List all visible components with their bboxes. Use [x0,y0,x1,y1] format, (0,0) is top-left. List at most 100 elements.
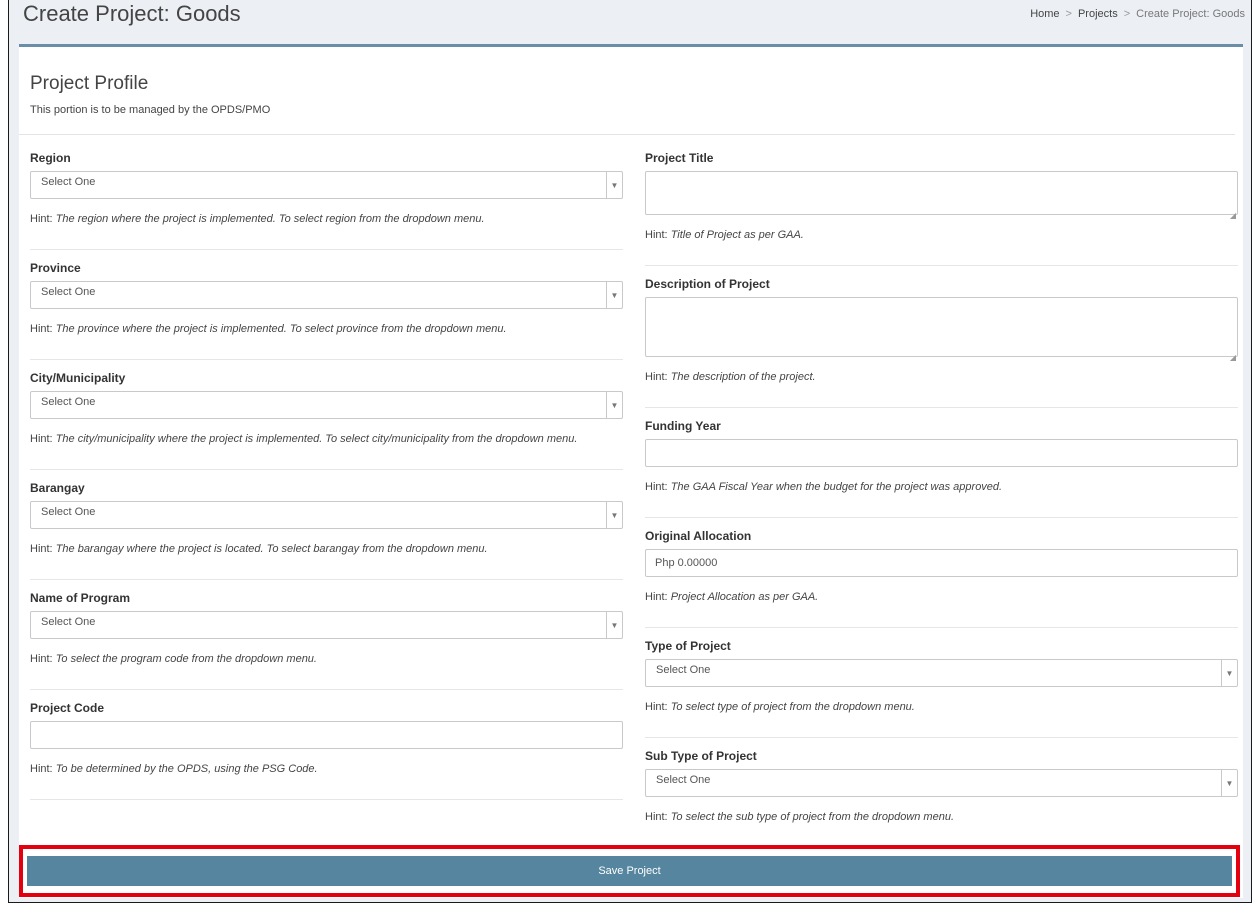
hint-text: The province where the project is implem… [55,323,507,335]
hint-text: Project Allocation as per GAA. [670,591,819,603]
project-code-hint: Hint: To be determined by the OPDS, usin… [30,763,623,775]
allocation-label: Original Allocation [645,529,752,543]
description-textarea[interactable] [645,297,1238,357]
project-profile-box: Project Profile This portion is to be ma… [19,44,1243,898]
region-label: Region [30,151,71,165]
page-title: Create Project: Goods [23,1,241,26]
city-select-value: Select One [41,396,96,408]
program-label: Name of Program [30,591,131,605]
barangay-field: Barangay Select One ▼ Hint: The barangay… [30,470,623,580]
barangay-select-value: Select One [41,506,96,518]
chevron-down-icon: ▼ [1225,778,1234,788]
region-field: Region Select One ▼ Hint: The region whe… [30,140,623,250]
section-title: Project Profile [30,73,149,94]
dropdown-arrow[interactable]: ▼ [606,392,622,418]
dropdown-arrow[interactable]: ▼ [606,172,622,198]
hint-text: The city/municipality where the project … [55,433,578,445]
project-code-field: Project Code Hint: To be determined by t… [30,690,623,800]
page-header: Create Project: Goods Home > Projects > … [9,0,1251,42]
hint-prefix: Hint: [645,481,668,493]
hint-text: The description of the project. [670,371,816,383]
hint-text: The barangay where the project is locate… [55,543,488,555]
description-field: Description of Project ◢ Hint: The descr… [645,266,1238,408]
program-hint: Hint: To select the program code from th… [30,653,623,665]
hint-prefix: Hint: [30,653,53,665]
dropdown-arrow[interactable]: ▼ [1221,770,1237,796]
hint-prefix: Hint: [30,433,53,445]
hint-prefix: Hint: [30,763,53,775]
hint-text: To select the program code from the drop… [55,653,317,665]
description-hint: Hint: The description of the project. [645,371,1238,383]
project-title-field: Project Title ◢ Hint: Title of Project a… [645,140,1238,266]
project-title-textarea[interactable] [645,171,1238,215]
dropdown-arrow[interactable]: ▼ [606,612,622,638]
program-field: Name of Program Select One ▼ Hint: To se… [30,580,623,690]
hint-prefix: Hint: [645,811,668,823]
breadcrumb-current: Create Project: Goods [1136,8,1245,20]
barangay-select[interactable]: Select One ▼ [30,501,623,529]
breadcrumb-separator: > [1123,8,1131,20]
type-field: Type of Project Select One ▼ Hint: To se… [645,628,1238,738]
type-select[interactable]: Select One ▼ [645,659,1238,687]
right-column: Project Title ◢ Hint: Title of Project a… [645,140,1238,843]
chevron-down-icon: ▼ [610,400,619,410]
city-hint: Hint: The city/municipality where the pr… [30,433,623,445]
allocation-field: Original Allocation Php 0.00000 Hint: Pr… [645,518,1238,628]
funding-year-label: Funding Year [645,419,721,433]
funding-year-field: Funding Year Hint: The GAA Fiscal Year w… [645,408,1238,518]
save-project-button[interactable]: Save Project [27,856,1232,886]
project-code-label: Project Code [30,701,105,715]
region-select-value: Select One [41,176,96,188]
province-label: Province [30,261,81,275]
project-code-input[interactable] [30,721,623,749]
program-select[interactable]: Select One ▼ [30,611,623,639]
dropdown-arrow[interactable]: ▼ [606,282,622,308]
hint-prefix: Hint: [645,229,668,241]
type-hint: Hint: To select type of project from the… [645,701,1238,713]
hint-prefix: Hint: [30,213,53,225]
sub-type-select-value: Select One [656,774,711,786]
hint-text: To be determined by the OPDS, using the … [55,763,318,775]
dropdown-arrow[interactable]: ▼ [606,502,622,528]
hint-prefix: Hint: [645,371,668,383]
barangay-label: Barangay [30,481,85,495]
breadcrumb-separator: > [1065,8,1072,20]
chevron-down-icon: ▼ [610,620,619,630]
allocation-input[interactable]: Php 0.00000 [645,549,1238,577]
hint-prefix: Hint: [645,701,668,713]
hint-text: To select the sub type of project from t… [670,811,954,823]
province-select[interactable]: Select One ▼ [30,281,623,309]
sub-type-select[interactable]: Select One ▼ [645,769,1238,797]
save-highlight-box: Save Project [19,845,1240,897]
funding-year-input[interactable] [645,439,1238,467]
hint-prefix: Hint: [30,323,53,335]
hint-prefix: Hint: [645,591,668,603]
dropdown-arrow[interactable]: ▼ [1221,660,1237,686]
resize-grip-icon[interactable]: ◢ [1230,211,1236,264]
city-label: City/Municipality [30,371,126,385]
hint-text: The region where the project is implemen… [55,213,485,225]
breadcrumb-projects[interactable]: Projects [1078,8,1118,20]
chevron-down-icon: ▼ [610,180,619,190]
program-select-value: Select One [41,616,96,628]
province-hint: Hint: The province where the project is … [30,323,623,335]
page-frame: Create Project: Goods Home > Projects > … [8,0,1252,903]
region-select[interactable]: Select One ▼ [30,171,623,199]
breadcrumb-home[interactable]: Home [1030,8,1059,20]
chevron-down-icon: ▼ [1225,668,1234,678]
description-label: Description of Project [645,277,770,291]
breadcrumb: Home > Projects > Create Project: Goods [1030,8,1245,20]
type-label: Type of Project [645,639,731,653]
project-title-label: Project Title [645,151,714,165]
resize-grip-icon[interactable]: ◢ [1230,353,1236,406]
province-field: Province Select One ▼ Hint: The province… [30,250,623,360]
chevron-down-icon: ▼ [610,510,619,520]
city-select[interactable]: Select One ▼ [30,391,623,419]
barangay-hint: Hint: The barangay where the project is … [30,543,623,555]
hint-text: The GAA Fiscal Year when the budget for … [670,481,1003,493]
sub-type-hint: Hint: To select the sub type of project … [645,811,1238,823]
box-header: Project Profile This portion is to be ma… [19,47,1235,135]
project-title-hint: Hint: Title of Project as per GAA. [645,229,1238,241]
left-column: Region Select One ▼ Hint: The region whe… [30,140,623,800]
hint-text: Title of Project as per GAA. [670,229,804,241]
